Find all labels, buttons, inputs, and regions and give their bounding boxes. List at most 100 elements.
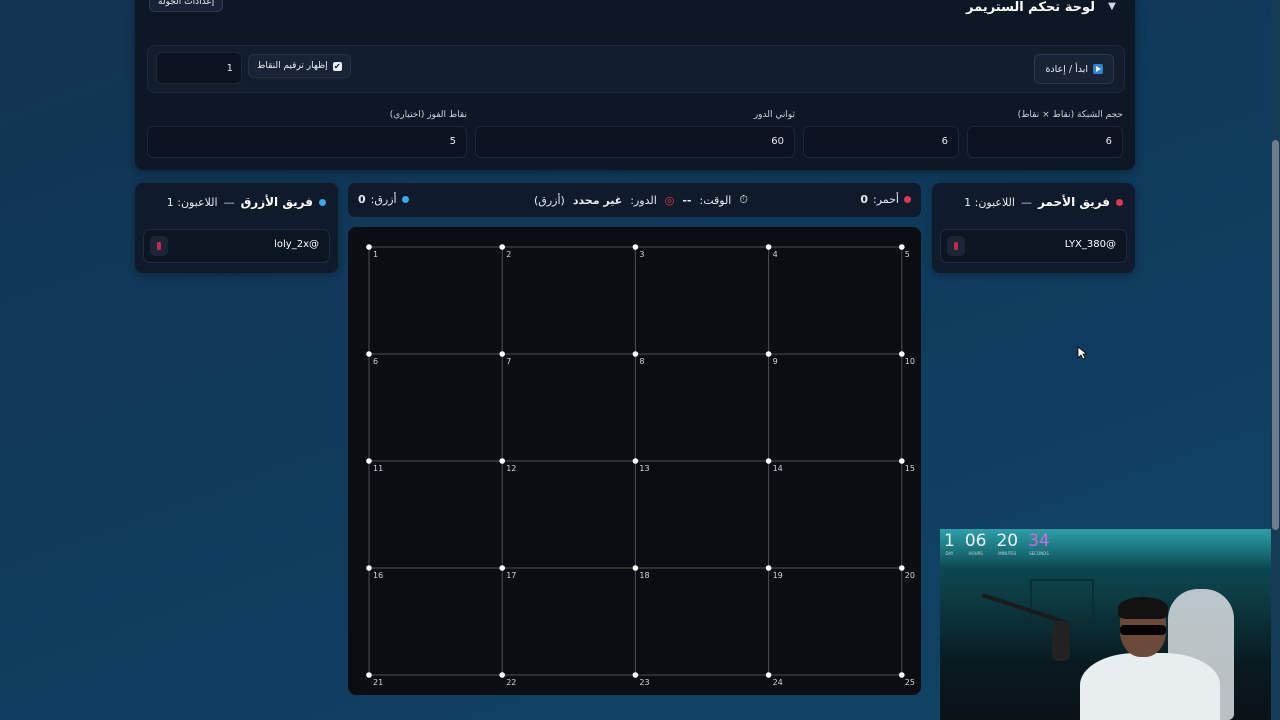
board-dot[interactable] <box>632 458 639 464</box>
dot-number-label: 14 <box>773 464 783 473</box>
dot-number-label: 12 <box>506 464 516 473</box>
round-settings-button[interactable]: إعدادات الجولة <box>149 0 224 12</box>
blue-team-header: فريق الأزرق — اللاعبون: 1 <box>167 195 326 209</box>
board-dot[interactable] <box>366 672 372 678</box>
target-icon: ◎ <box>664 193 675 207</box>
grid-cols-input[interactable]: 6 <box>967 126 1123 158</box>
dot-number-label: 15 <box>905 464 915 473</box>
dot-number-label: 2 <box>506 250 511 259</box>
board-dot[interactable] <box>765 244 772 250</box>
red-dot-icon <box>904 196 911 203</box>
start-reset-button[interactable]: ابدأ / إعادة <box>1034 54 1114 84</box>
board-dot[interactable] <box>366 351 372 357</box>
board-dot[interactable] <box>366 244 372 250</box>
panel-title: لوحة تحكم الستريمر <box>966 0 1095 15</box>
microphone <box>1052 621 1070 661</box>
dot-number-label: 23 <box>639 678 649 687</box>
red-team-header: فريق الأحمر — اللاعبون: 1 <box>964 195 1123 209</box>
dot-number-label: 25 <box>905 678 915 687</box>
dot-number-label: 24 <box>773 678 783 687</box>
dot-number-label: 10 <box>905 357 915 366</box>
chevron-down-icon[interactable]: ▼ <box>1103 0 1121 16</box>
board-dot[interactable] <box>366 565 372 571</box>
board-dot[interactable] <box>499 244 505 250</box>
board-dot[interactable] <box>765 351 772 357</box>
separator-dash: — <box>223 195 235 209</box>
board-dot[interactable] <box>765 565 772 571</box>
board-dot[interactable] <box>366 458 372 464</box>
turn-value: غير محدد <box>572 193 623 207</box>
countdown-value: 06 <box>964 531 987 551</box>
show-numbering-toggle[interactable]: ✔ إظهار ترقيم النقاط <box>248 54 351 78</box>
page-scrollbar[interactable] <box>1271 0 1280 720</box>
board-dot[interactable] <box>765 458 772 464</box>
turn-seconds-label: ثواني الدور <box>753 110 795 120</box>
blue-team-card: فريق الأزرق — اللاعبون: 1 loly_2x@ <box>135 183 338 273</box>
trash-icon[interactable] <box>150 236 168 256</box>
scrollbar-thumb[interactable] <box>1272 140 1279 530</box>
stopwatch-icon: ⏱ <box>739 193 748 206</box>
board-dot[interactable] <box>899 351 905 357</box>
separator-dash: — <box>1020 195 1032 209</box>
dot-number-label: 13 <box>639 464 649 473</box>
player-row: LYX_380@ <box>940 229 1127 263</box>
red-player-name: LYX_380@ <box>1064 239 1116 250</box>
dot-number-label: 17 <box>506 571 516 580</box>
action-row: ابدأ / إعادة ✔ إظهار ترقيم النقاط 1 <box>147 45 1125 93</box>
trash-icon[interactable] <box>947 236 965 256</box>
dot-number-label: 21 <box>373 678 383 687</box>
turn-timer-info: ⏱ الوقت: -- ◎ الدور: غير محدد (أزرق) <box>534 193 748 207</box>
dot-number-label: 4 <box>773 250 778 259</box>
countdown-unit: 1 DAY <box>944 531 955 556</box>
countdown-value: 34 <box>1028 531 1050 551</box>
time-label: الوقت: <box>699 193 732 207</box>
board-grid[interactable]: 1 2 3 4 56 7 8 9 1011 12 13 14 1516 17 18 19 2021 22 23 24 2… <box>348 227 921 695</box>
dot-number-label: 3 <box>639 250 644 259</box>
countdown-value: 1 <box>944 531 955 551</box>
board-dot[interactable] <box>499 351 505 357</box>
board-dot[interactable] <box>632 244 639 250</box>
board-dot[interactable] <box>499 458 505 464</box>
dot-number-label: 18 <box>639 571 649 580</box>
blue-players-count: اللاعبون: 1 <box>166 195 218 209</box>
countdown-unit: 06 HOURS <box>965 531 987 556</box>
dot-number-label: 1 <box>373 250 378 259</box>
dot-number-label: 20 <box>905 571 915 580</box>
blue-score-value: 0 <box>358 193 366 206</box>
board-dot[interactable] <box>899 244 905 250</box>
webcam-overlay: 1 DAY 06 HOURS 20 MINUTES 34 SECONDS <box>940 529 1280 720</box>
board-dot[interactable] <box>899 672 905 678</box>
grid-rows-input[interactable]: 6 <box>803 126 959 158</box>
dot-number-label: 6 <box>373 357 378 366</box>
board-dot[interactable] <box>499 565 505 571</box>
red-score-value: 0 <box>860 193 868 206</box>
board-dot[interactable] <box>899 458 905 464</box>
blue-dot-icon <box>319 198 326 206</box>
dot-number-label: 9 <box>773 357 778 366</box>
dot-number-label: 8 <box>639 357 644 366</box>
checkbox-checked-icon[interactable]: ✔ <box>332 61 342 71</box>
board-dot[interactable] <box>899 565 905 571</box>
mouse-cursor-icon <box>1077 346 1087 360</box>
blue-dot-icon <box>401 196 409 203</box>
board-dot[interactable] <box>765 672 772 678</box>
board-dot[interactable] <box>499 672 505 678</box>
numbering-start-input[interactable]: 1 <box>156 52 242 84</box>
red-team-card: فريق الأحمر — اللاعبون: 1 LYX_380@ <box>932 183 1135 273</box>
win-points-input[interactable]: 5 <box>147 126 467 158</box>
dot-number-label: 16 <box>373 571 383 580</box>
dots-and-boxes-board[interactable]: 1 2 3 4 5 6 7 8 9 10 11 12 13 14 15 16 17 18 19 20 21 22 23 24 2… <box>348 227 921 695</box>
dot-number-label: 5 <box>905 250 910 259</box>
countdown-unit-label: DAY <box>945 551 954 556</box>
board-dot[interactable] <box>632 351 639 357</box>
turn-seconds-input[interactable]: 60 <box>475 126 795 158</box>
red-score-label: أحمر: <box>873 193 899 206</box>
countdown-unit: 20 MINUTES <box>996 531 1018 556</box>
board-dot[interactable] <box>632 672 639 678</box>
streamer-body <box>1080 653 1220 720</box>
board-dot[interactable] <box>632 565 639 571</box>
grid-size-label: حجم الشبكة (نقاط × نقاط) <box>1017 110 1123 120</box>
play-icon <box>1093 64 1103 74</box>
score-bar: أحمر: 0 ⏱ الوقت: -- ◎ الدور: غير محدد (أ… <box>348 183 921 217</box>
start-reset-label: ابدأ / إعادة <box>1045 63 1088 75</box>
